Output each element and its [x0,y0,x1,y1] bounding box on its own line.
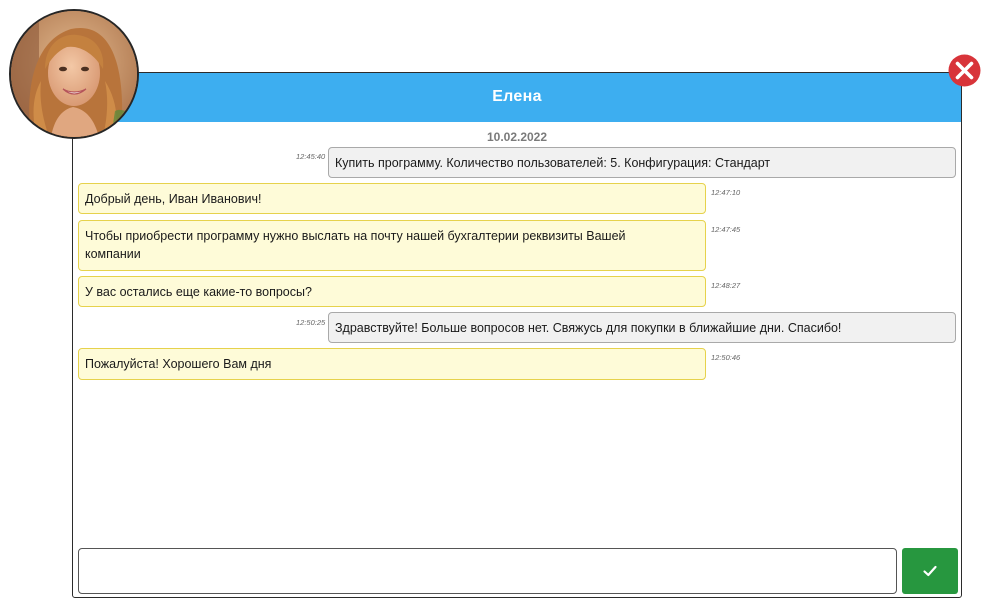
incoming-message: Добрый день, Иван Иванович! [78,183,706,214]
chat-header: Елена [73,73,961,122]
send-button[interactable] [902,548,958,594]
message-time: 12:45:40 [296,152,326,161]
message-text: Купить программу. Количество пользовател… [335,156,771,170]
incoming-message: Пожалуйста! Хорошего Вам дня [78,348,706,380]
date-separator: 10.02.2022 [486,130,548,144]
message-time: 12:48:27 [711,281,741,290]
message-text: У вас остались еще какие-то вопросы? [85,285,312,299]
message-time: 12:47:45 [711,225,741,234]
close-icon [948,54,981,87]
message-text: Чтобы приобрести программу нужно выслать… [85,229,626,261]
message-input[interactable] [78,548,897,594]
incoming-message: Чтобы приобрести программу нужно выслать… [78,220,706,271]
message-text: Добрый день, Иван Иванович! [85,192,262,206]
contact-photo-icon [11,11,137,137]
message-time: 12:50:46 [711,353,741,362]
message-time: 12:50:25 [296,318,326,327]
outgoing-message: Купить программу. Количество пользовател… [328,147,956,178]
close-button[interactable] [948,54,981,87]
checkmark-icon [923,565,937,577]
message-text: Пожалуйста! Хорошего Вам дня [85,357,272,371]
incoming-message: У вас остались еще какие-то вопросы? [78,276,706,307]
message-text: Здравствуйте! Больше вопросов нет. Свяжу… [335,321,842,335]
contact-name: Елена [492,88,542,105]
chat-page: Елена 10.02.2022 12:45:40 Купить програм… [0,0,982,604]
avatar [9,9,139,139]
message-time: 12:47:10 [711,188,741,197]
outgoing-message: Здравствуйте! Больше вопросов нет. Свяжу… [328,312,956,343]
